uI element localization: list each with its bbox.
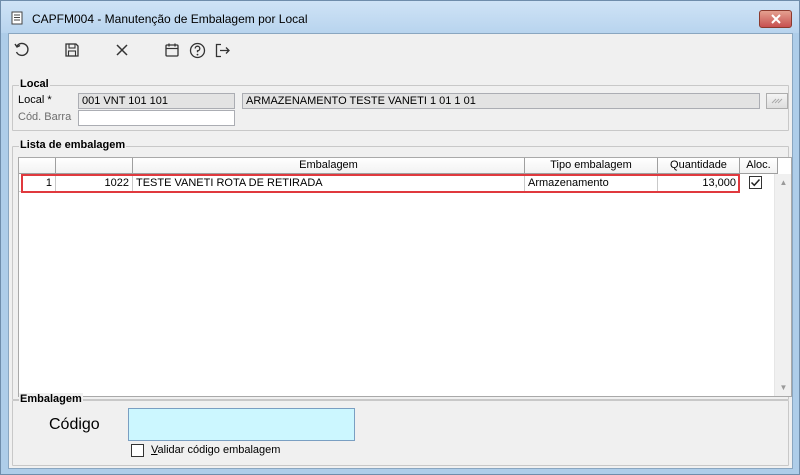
close-icon bbox=[770, 14, 781, 24]
local-description-field: ARMAZENAMENTO TESTE VANETI 1 01 1 01 bbox=[242, 93, 760, 109]
lookup-icon bbox=[771, 98, 783, 104]
header-seq[interactable] bbox=[19, 158, 56, 174]
header-embalagem[interactable]: Embalagem bbox=[133, 158, 525, 174]
header-tipo[interactable]: Tipo embalagem bbox=[525, 158, 658, 174]
calendar-button[interactable] bbox=[161, 39, 183, 61]
exit-icon bbox=[215, 43, 230, 57]
calendar-icon bbox=[165, 43, 179, 57]
embalagem-group: Embalagem Código Validar código embalage… bbox=[12, 393, 789, 466]
cod-barra-label: Cód. Barra bbox=[18, 111, 72, 123]
refresh-button[interactable] bbox=[11, 39, 33, 61]
lista-group: Lista de embalagem Embalagem Tipo embala… bbox=[12, 139, 792, 400]
header-aloc[interactable]: Aloc. bbox=[740, 158, 778, 174]
document-icon bbox=[11, 11, 23, 25]
cancel-button[interactable] bbox=[111, 39, 133, 61]
local-label: Local * bbox=[18, 94, 52, 106]
row-aloc-checkbox[interactable] bbox=[749, 176, 762, 189]
header-quantidade[interactable]: Quantidade bbox=[658, 158, 740, 174]
refresh-icon bbox=[14, 42, 29, 57]
cod-barra-input[interactable] bbox=[78, 110, 235, 126]
embalagem-grid: Embalagem Tipo embalagem Quantidade Aloc… bbox=[18, 157, 792, 397]
validar-checkbox[interactable] bbox=[131, 444, 144, 457]
codigo-label: Código bbox=[49, 416, 100, 433]
scroll-down-icon[interactable]: ▼ bbox=[775, 379, 792, 396]
vertical-scrollbar[interactable]: ▲ ▼ bbox=[774, 174, 791, 396]
help-icon bbox=[189, 42, 205, 58]
app-window: CAPFM004 - Manutenção de Embalagem por L… bbox=[0, 0, 800, 475]
lista-group-label: Lista de embalagem bbox=[19, 139, 127, 151]
validar-label[interactable]: Validar código embalagem bbox=[151, 444, 280, 456]
toolbar bbox=[9, 34, 792, 64]
save-button[interactable] bbox=[61, 39, 83, 61]
validar-label-text: alidar código embalagem bbox=[157, 444, 281, 456]
local-group-label: Local bbox=[19, 78, 50, 90]
title-bar[interactable]: CAPFM004 - Manutenção de Embalagem por L… bbox=[1, 1, 799, 33]
codigo-input[interactable] bbox=[128, 408, 355, 441]
local-group: Local Local * 001 VNT 101 101 ARMAZENAME… bbox=[12, 78, 789, 131]
client-area: Local Local * 001 VNT 101 101 ARMAZENAME… bbox=[8, 33, 793, 469]
grid-header: Embalagem Tipo embalagem Quantidade Aloc… bbox=[19, 158, 778, 174]
embalagem-group-label: Embalagem bbox=[19, 393, 83, 405]
local-code-field: 001 VNT 101 101 bbox=[78, 93, 235, 109]
exit-button[interactable] bbox=[211, 39, 233, 61]
checkmark-icon bbox=[750, 178, 761, 187]
close-x-icon bbox=[116, 44, 128, 56]
local-lookup-button[interactable] bbox=[766, 93, 788, 109]
row-selection-highlight bbox=[21, 174, 740, 193]
help-button[interactable] bbox=[186, 39, 208, 61]
window-title: CAPFM004 - Manutenção de Embalagem por L… bbox=[32, 12, 308, 26]
header-codigo[interactable] bbox=[56, 158, 133, 174]
scroll-up-icon[interactable]: ▲ bbox=[775, 174, 792, 191]
save-icon bbox=[65, 43, 79, 57]
window-close-button[interactable] bbox=[759, 10, 792, 28]
